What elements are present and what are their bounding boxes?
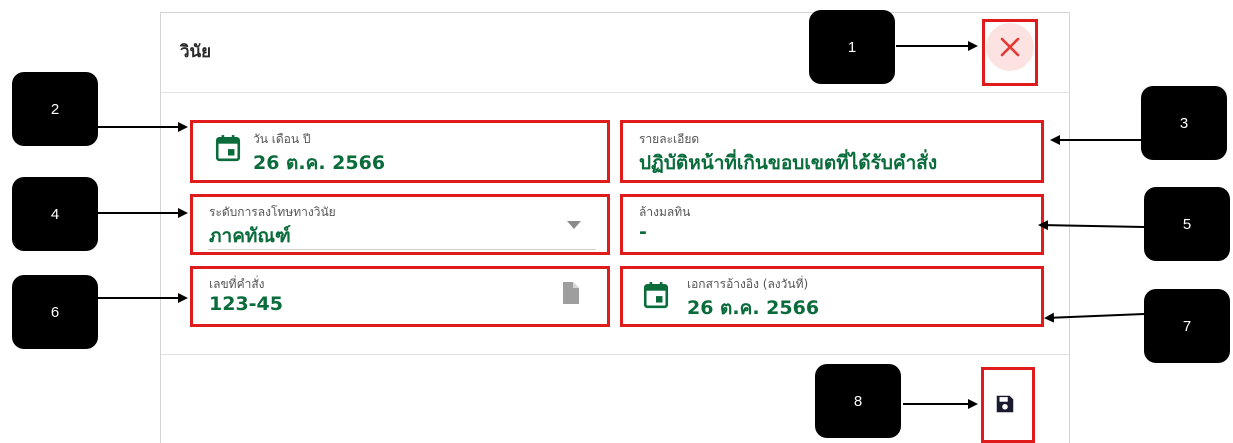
callout-4: 4 [12,177,98,251]
callout-6: 6 [12,275,98,349]
callout-8: 8 [815,364,901,438]
callout-1: 1 [809,10,895,84]
callout-5: 5 [1144,187,1230,261]
arrow-7 [1044,312,1146,323]
callout-3: 3 [1141,86,1227,160]
arrow-5 [1038,220,1146,231]
callout-2: 2 [12,72,98,146]
callout-7: 7 [1144,289,1230,363]
annotation-arrows [98,41,1146,409]
